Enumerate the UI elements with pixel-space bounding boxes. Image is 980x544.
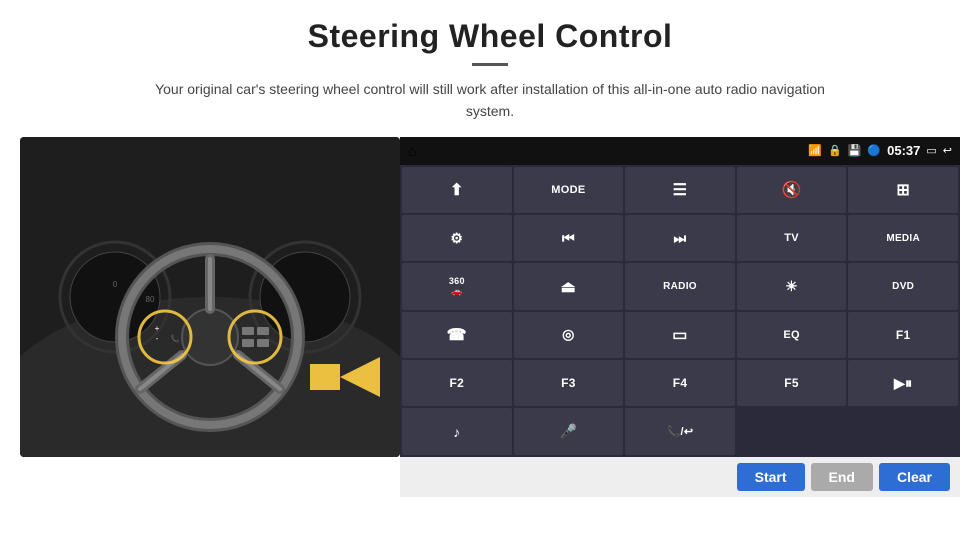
panel-wrapper: ⌂ 📶 🔒 💾 🔵 05:37 ▭ ↩ [400, 137, 960, 497]
btn-playpause[interactable]: ▶⏸ [848, 360, 958, 406]
home-icon: ⌂ [408, 143, 416, 159]
btn-f1[interactable]: F1 [848, 312, 958, 358]
btn-f2[interactable]: F2 [402, 360, 512, 406]
start-button[interactable]: Start [737, 463, 805, 491]
btn-media[interactable]: MEDIA [848, 215, 958, 261]
btn-mute[interactable]: 🔇 [737, 167, 847, 213]
svg-text:-: - [156, 334, 159, 343]
btn-f4[interactable]: F4 [625, 360, 735, 406]
svg-text:0: 0 [113, 280, 118, 289]
btn-f3[interactable]: F3 [514, 360, 624, 406]
btn-nav[interactable]: ◎ [514, 312, 624, 358]
btn-apps[interactable]: ⊞ [848, 167, 958, 213]
end-button[interactable]: End [811, 463, 873, 491]
car-image-bg: 0 80 [20, 137, 400, 457]
btn-call[interactable]: 📞/↩ [625, 408, 735, 454]
svg-text:+: + [155, 324, 160, 333]
btn-mode[interactable]: MODE [514, 167, 624, 213]
subtitle-text: Your original car's steering wheel contr… [150, 78, 830, 123]
cast-icon: ▭ [926, 144, 936, 157]
btn-eject[interactable]: ⏏ [514, 263, 624, 309]
btn-empty2 [848, 408, 958, 454]
status-time: 05:37 [887, 143, 920, 158]
btn-radio[interactable]: RADIO [625, 263, 735, 309]
status-right: 📶 🔒 💾 🔵 05:37 ▭ ↩ [808, 143, 952, 158]
clear-button[interactable]: Clear [879, 463, 950, 491]
page-wrapper: Steering Wheel Control Your original car… [0, 0, 980, 544]
status-bar: ⌂ 📶 🔒 💾 🔵 05:37 ▭ ↩ [400, 137, 960, 165]
btn-mic[interactable]: 🎤 [514, 408, 624, 454]
action-bar: Start End Clear [400, 457, 960, 497]
btn-eq[interactable]: EQ [737, 312, 847, 358]
sd-icon: 💾 [848, 144, 862, 157]
btn-tv[interactable]: TV [737, 215, 847, 261]
wifi-icon: 📶 [808, 144, 822, 157]
btn-brightness[interactable]: ☀ [737, 263, 847, 309]
btn-prev[interactable]: ⏮ [514, 215, 624, 261]
svg-text:80: 80 [146, 295, 155, 304]
lock-icon: 🔒 [828, 144, 842, 157]
btn-list[interactable]: ☰ [625, 167, 735, 213]
btn-phone[interactable]: ☎ [402, 312, 512, 358]
btn-360[interactable]: 360 🚗 [402, 263, 512, 309]
panel-inner: ⌂ 📶 🔒 💾 🔵 05:37 ▭ ↩ [400, 137, 960, 457]
title-section: Steering Wheel Control Your original car… [20, 18, 960, 137]
bluetooth-icon: 🔵 [867, 144, 881, 157]
btn-screen[interactable]: ▭ [625, 312, 735, 358]
title-divider [472, 63, 508, 66]
btn-music[interactable]: ♪ [402, 408, 512, 454]
btn-f5[interactable]: F5 [737, 360, 847, 406]
content-row: 0 80 [20, 137, 960, 497]
car-image-container: 0 80 [20, 137, 400, 457]
btn-nav-up[interactable]: ⬆ [402, 167, 512, 213]
svg-text:📞: 📞 [171, 334, 180, 343]
car-steering-svg: 0 80 [20, 137, 400, 457]
page-title: Steering Wheel Control [20, 18, 960, 55]
btn-settings[interactable]: ⚙ [402, 215, 512, 261]
grid-area: ⬆ MODE ☰ 🔇 ⊞ ⚙ ⏮ ⏭ TV MEDIA 360 [400, 165, 960, 457]
btn-next[interactable]: ⏭ [625, 215, 735, 261]
back-icon: ↩ [943, 144, 952, 157]
btn-empty1 [737, 408, 847, 454]
btn-dvd[interactable]: DVD [848, 263, 958, 309]
ui-panel: ⌂ 📶 🔒 💾 🔵 05:37 ▭ ↩ [400, 137, 960, 457]
